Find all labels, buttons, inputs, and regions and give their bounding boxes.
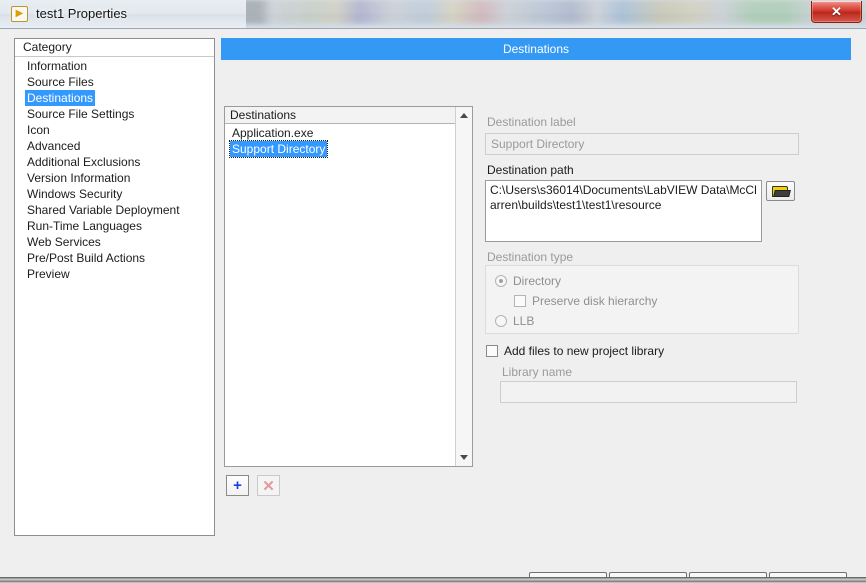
labview-glyph: ▶ <box>15 8 24 19</box>
plus-icon: + <box>233 477 242 494</box>
folder-open-icon <box>771 185 791 198</box>
scroll-up-arrow-icon[interactable] <box>456 107 472 124</box>
sidebar-item-source-file-settings[interactable]: Source File Settings <box>15 106 214 122</box>
radio-directory-label: Directory <box>513 274 562 288</box>
list-item-label: Application.exe <box>232 126 314 140</box>
cross-icon: ✕ <box>262 477 275 495</box>
radio-llb-label: LLB <box>513 314 535 328</box>
sidebar-item-pre-post-build-actions[interactable]: Pre/Post Build Actions <box>15 250 214 266</box>
sidebar-item-label: Source File Settings <box>27 107 135 121</box>
sidebar-item-label: Shared Variable Deployment <box>27 203 180 217</box>
radio-directory: Directory <box>495 274 561 288</box>
sidebar-item-label: Additional Exclusions <box>27 155 141 169</box>
library-name-input <box>500 381 797 403</box>
sidebar-item-windows-security[interactable]: Windows Security <box>15 186 214 202</box>
sidebar-item-label: Windows Security <box>27 187 123 201</box>
sidebar-item-shared-variable-deployment[interactable]: Shared Variable Deployment <box>15 202 214 218</box>
sidebar-item-additional-exclusions[interactable]: Additional Exclusions <box>15 154 214 170</box>
destinations-listbox[interactable]: Destinations Application.exe Support Dire… <box>224 106 473 467</box>
section-banner-title: Destinations <box>502 42 570 56</box>
sidebar-item-preview[interactable]: Preview <box>15 266 214 282</box>
sidebar-item-label: Source Files <box>27 75 94 89</box>
sidebar-item-label: Information <box>27 59 88 73</box>
category-header: Category <box>15 39 214 57</box>
checkbox-add-to-library-icon[interactable] <box>486 345 498 357</box>
sidebar-item-destinations[interactable]: Destinations <box>15 90 214 106</box>
checkbox-preserve-label: Preserve disk hierarchy <box>532 294 658 308</box>
destination-type-group: Directory Preserve disk hierarchy LLB <box>485 265 799 334</box>
add-destination-button[interactable]: + <box>226 475 249 496</box>
aero-glass-background <box>242 0 866 24</box>
sidebar-item-label: Destinations <box>25 90 96 106</box>
destinations-list-header: Destinations <box>225 107 455 124</box>
properties-dialog-window: ▶ test1 Properties ✕ Category Informatio… <box>0 0 866 583</box>
sidebar-item-label: Version Information <box>27 171 131 185</box>
sidebar-item-label: Pre/Post Build Actions <box>27 251 146 265</box>
radio-llb-icon <box>495 315 507 327</box>
category-panel: Category Information Source Files Destinat… <box>14 38 215 536</box>
checkbox-preserve-disk-hierarchy: Preserve disk hierarchy <box>514 294 657 308</box>
sidebar-item-label: Advanced <box>27 139 81 153</box>
radio-llb: LLB <box>495 314 534 328</box>
sidebar-item-source-files[interactable]: Source Files <box>15 74 214 90</box>
list-item[interactable]: Support Directory <box>225 140 455 158</box>
scroll-down-arrow-icon[interactable] <box>456 449 472 466</box>
destination-label-input: Support Directory <box>485 133 799 155</box>
title-bar: ▶ test1 Properties ✕ <box>0 0 866 29</box>
close-icon: ✕ <box>831 4 842 19</box>
folder-front <box>772 189 791 197</box>
scroll-up-triangle <box>460 113 468 118</box>
library-name-caption: Library name <box>502 365 573 379</box>
close-button[interactable]: ✕ <box>811 1 862 23</box>
radio-directory-icon <box>495 275 507 287</box>
checkbox-preserve-icon <box>514 295 526 307</box>
sidebar-item-run-time-languages[interactable]: Run-Time Languages <box>15 218 214 234</box>
checkbox-add-to-library[interactable]: Add files to new project library <box>486 344 664 358</box>
browse-folder-button[interactable] <box>766 181 795 201</box>
sidebar-item-advanced[interactable]: Advanced <box>15 138 214 154</box>
destinations-items[interactable]: Application.exe Support Directory <box>225 125 455 158</box>
destinations-scrollbar[interactable] <box>455 107 472 466</box>
window-bottom-frame <box>0 577 866 583</box>
sidebar-item-label: Run-Time Languages <box>27 219 142 233</box>
list-item-label: Support Directory <box>228 140 329 158</box>
destination-path-caption: Destination path <box>487 163 574 177</box>
category-list[interactable]: Information Source Files Destinations Sourc… <box>15 58 214 282</box>
sidebar-item-icon[interactable]: Icon <box>15 122 214 138</box>
labview-icon: ▶ <box>11 6 28 22</box>
sidebar-item-information[interactable]: Information <box>15 58 214 74</box>
section-banner: Destinations <box>221 38 851 60</box>
list-item[interactable]: Application.exe <box>225 125 455 141</box>
checkbox-add-to-library-label: Add files to new project library <box>504 344 665 358</box>
sidebar-item-version-information[interactable]: Version Information <box>15 170 214 186</box>
sidebar-item-label: Icon <box>27 123 50 137</box>
scroll-down-triangle <box>460 455 468 460</box>
sidebar-item-web-services[interactable]: Web Services <box>15 234 214 250</box>
destination-label-caption: Destination label <box>487 115 576 129</box>
sidebar-item-label: Web Services <box>27 235 101 249</box>
destination-type-caption: Destination type <box>487 250 574 264</box>
dialog-body: Category Information Source Files Destinat… <box>0 29 866 583</box>
delete-destination-button: ✕ <box>257 475 280 496</box>
sidebar-item-label: Preview <box>27 267 70 281</box>
window-title: test1 Properties <box>36 6 128 21</box>
destination-path-input[interactable]: C:\Users\s36014\Documents\LabVIEW Data\M… <box>485 180 762 242</box>
